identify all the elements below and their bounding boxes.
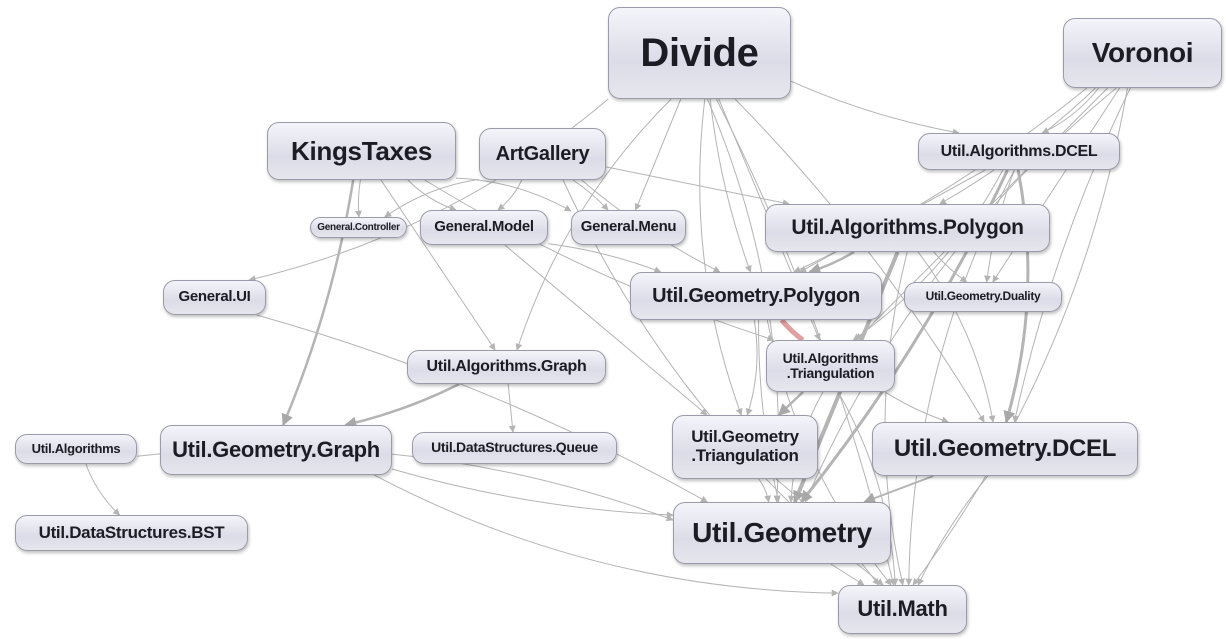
edge-geo_dcel-to-geometry [863, 475, 934, 504]
node-geo-graph[interactable]: Util.Geometry.Graph [160, 425, 392, 475]
edge-geo_dcel-to-math [917, 475, 989, 586]
node-kingstaxes[interactable]: KingsTaxes [267, 122, 456, 180]
edge-divide-to-gen_menu [634, 98, 682, 211]
edge-voronoi-to-geo_duality [992, 87, 1121, 283]
edge-divide-to-geo_polygon [709, 98, 752, 273]
node-gen-controller[interactable]: General.Controller [310, 217, 407, 238]
edge-divide-to-alg_dcel [790, 80, 960, 136]
edge-geo_triang-to-geometry [758, 478, 772, 503]
node-alg-dcel[interactable]: Util.Algorithms.DCEL [918, 133, 1120, 170]
node-geo-dcel[interactable]: Util.Geometry.DCEL [872, 422, 1138, 476]
edge-alg-to-ds_bst [85, 463, 121, 516]
edge-artgallery-to-alg_polygon [605, 166, 790, 207]
edge-alg_triang-to-geo_triang [777, 391, 804, 416]
edge-alg_graph-to-ds_queue [507, 383, 516, 433]
node-geo-polygon[interactable]: Util.Geometry.Polygon [630, 272, 882, 320]
node-alg-polygon[interactable]: Util.Algorithms.Polygon [765, 204, 1050, 252]
node-ds-bst[interactable]: Util.DataStructures.BST [15, 515, 248, 551]
edge-gen_model-to-geo_polygon [547, 243, 662, 274]
node-gen-ui[interactable]: General.UI [163, 280, 266, 315]
node-geometry[interactable]: Util.Geometry [673, 502, 891, 564]
edge-alg_polygon-to-geo_polygon [808, 250, 855, 275]
edge-kingstaxes-to-gen_controller [354, 179, 362, 218]
node-math[interactable]: Util.Math [838, 585, 967, 634]
node-geo-duality[interactable]: Util.Geometry.Duality [904, 282, 1062, 312]
node-alg-graph[interactable]: Util.Algorithms.Graph [407, 350, 606, 384]
node-alg-triang[interactable]: Util.Algorithms .Triangulation [766, 340, 895, 392]
node-alg[interactable]: Util.Algorithms [15, 434, 137, 464]
edge-alg_triang-to-geo_dcel [884, 391, 949, 424]
node-gen-model[interactable]: General.Model [420, 210, 548, 245]
node-ds-queue[interactable]: Util.DataStructures.Queue [412, 432, 617, 464]
node-artgallery[interactable]: ArtGallery [479, 128, 606, 180]
edge-alg_polygon-to-geo_duality [933, 251, 968, 283]
dependency-graph: Divide Voronoi KingsTaxes ArtGallery Util.Al… [0, 0, 1226, 639]
edge-alg_graph-to-geo_graph [344, 382, 460, 429]
edge-geometry-to-math [830, 563, 865, 586]
node-divide[interactable]: Divide [608, 7, 791, 99]
node-gen-menu[interactable]: General.Menu [571, 210, 686, 245]
node-voronoi[interactable]: Voronoi [1063, 18, 1222, 88]
edge-kingstaxes-to-alg_graph [380, 179, 496, 351]
edge-alg_triang-to-geo_polygon [779, 318, 805, 343]
node-geo-triang[interactable]: Util.Geometry .Triangulation [672, 415, 818, 479]
edge-artgallery-to-gen_menu [572, 179, 609, 211]
edge-divide-to-geo_triang [699, 98, 743, 416]
edge-geo_graph-to-geometry [391, 468, 674, 519]
edge-alg_polygon-to-geo_dcel [917, 251, 996, 423]
edge-gen_model-to-geo_triang [504, 244, 708, 416]
